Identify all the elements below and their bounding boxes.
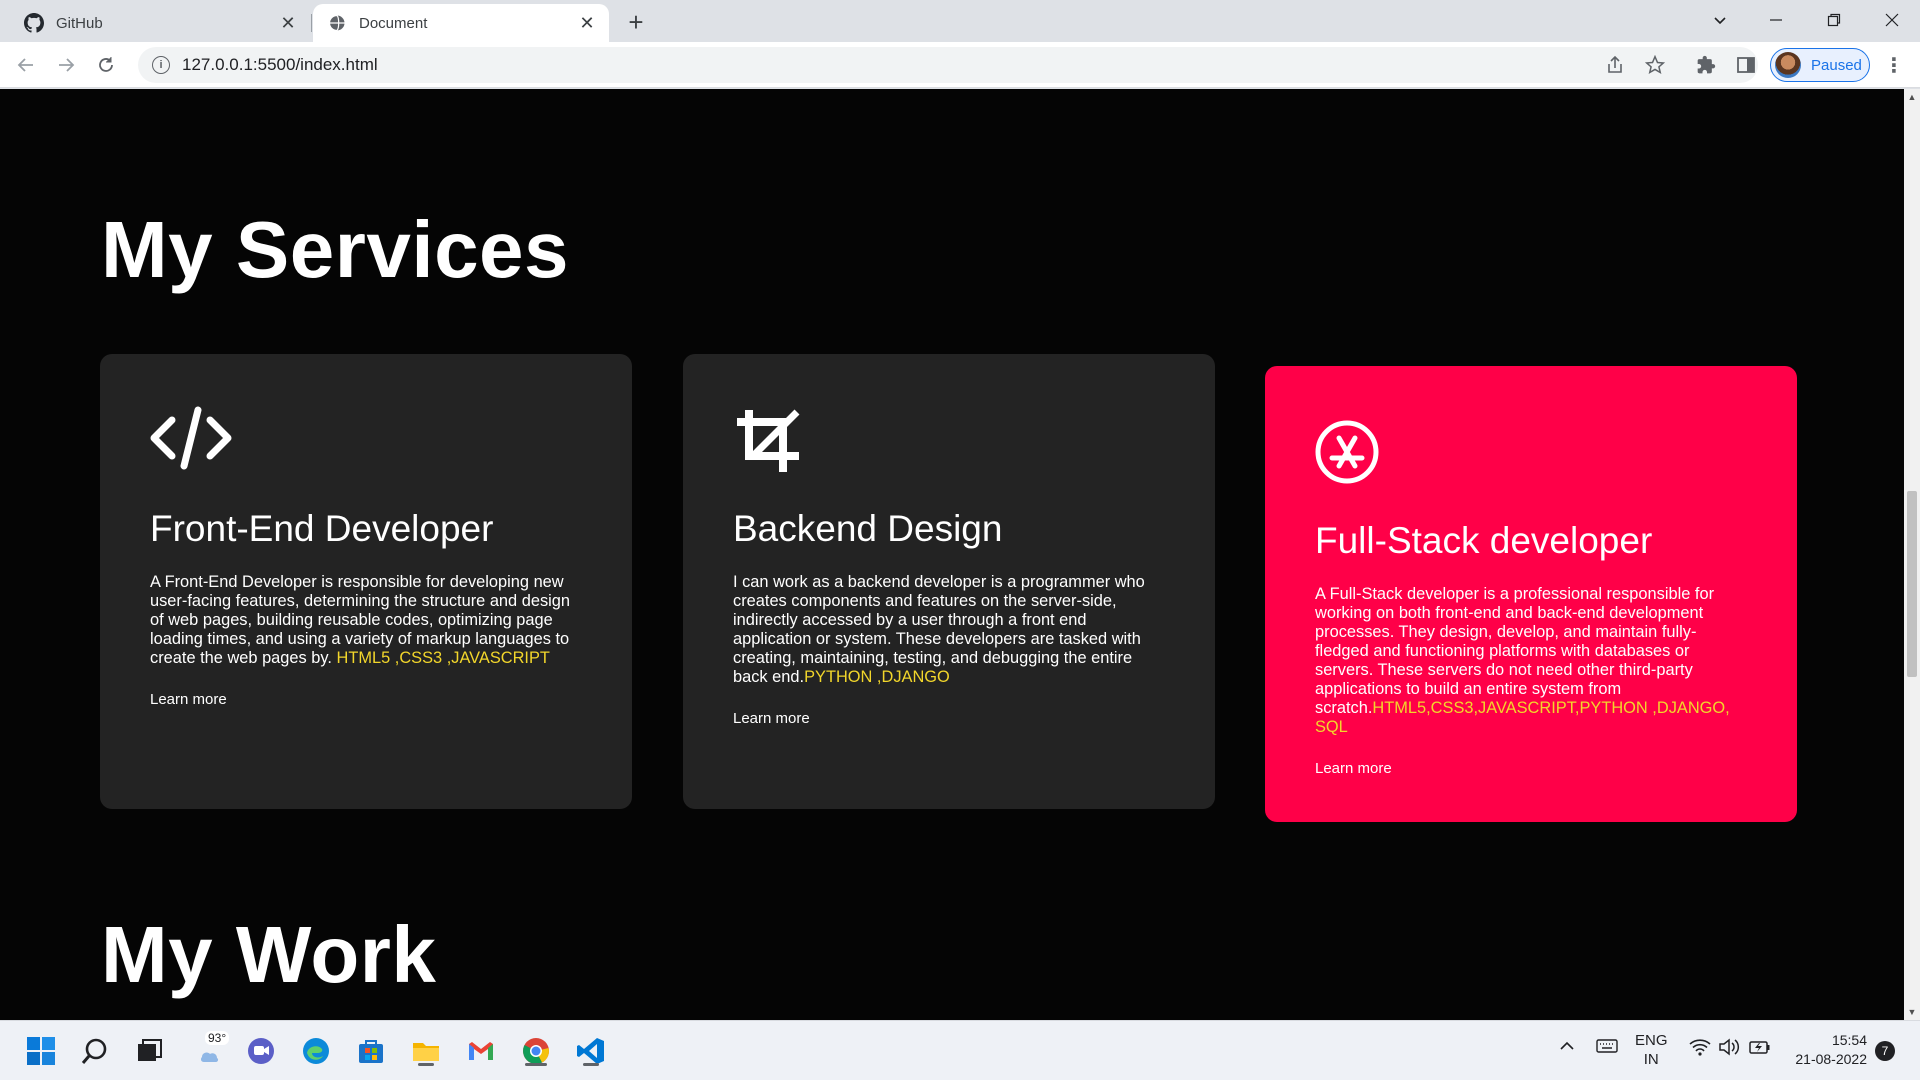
profile-button[interactable]: Paused — [1770, 48, 1870, 82]
scroll-thumb[interactable] — [1907, 491, 1917, 677]
scroll-down-arrow-icon[interactable]: ▼ — [1904, 1004, 1920, 1020]
file-explorer-icon[interactable] — [407, 1032, 445, 1070]
card-description-text: A Full-Stack developer is a professional… — [1315, 585, 1715, 717]
tray-overflow-chevron-icon[interactable] — [1558, 1037, 1576, 1059]
keyboard-icon[interactable] — [1596, 1038, 1618, 1058]
card-description: I can work as a backend developer is a p… — [733, 573, 1165, 687]
learn-more-link[interactable]: Learn more — [733, 710, 810, 727]
clock-time: 15:54 — [1831, 1032, 1867, 1048]
language-code: ENG — [1635, 1032, 1668, 1049]
close-tab-icon[interactable]: ✕ — [577, 13, 597, 33]
services-heading: My Services — [101, 205, 570, 294]
work-heading: My Work — [101, 910, 437, 999]
app-active-indicator — [525, 1063, 547, 1066]
browser-tab-strip: GitHub ✕ Document ✕ + — [0, 0, 1920, 42]
edge-icon[interactable] — [297, 1032, 335, 1070]
card-title: Front-End Developer — [150, 508, 494, 549]
chrome-icon[interactable] — [517, 1032, 555, 1070]
github-icon — [24, 13, 44, 33]
weather-temp-badge: 93° — [205, 1031, 230, 1045]
bookmark-star-icon[interactable] — [1641, 51, 1669, 79]
tab-search-icon[interactable] — [1692, 0, 1748, 40]
app-running-indicator — [583, 1063, 599, 1066]
reload-button[interactable] — [92, 51, 120, 79]
language-indicator[interactable]: ENG IN — [1635, 1031, 1668, 1069]
teams-chat-icon[interactable] — [242, 1032, 280, 1070]
scroll-up-arrow-icon[interactable]: ▲ — [1904, 89, 1920, 105]
page-viewport: My Services Front-End Developer A Front-… — [0, 89, 1904, 1020]
browser-menu-icon[interactable]: ⋮ — [1880, 51, 1908, 79]
address-url: 127.0.0.1:5500/index.html — [182, 55, 378, 74]
clock[interactable]: 15:54 21-08-2022 — [1787, 1031, 1867, 1069]
taskbar — [0, 1020, 1920, 1080]
close-tab-icon[interactable]: ✕ — [278, 13, 298, 33]
back-button[interactable] — [12, 51, 40, 79]
app-store-icon — [1315, 418, 1395, 488]
new-tab-button[interactable]: + — [622, 7, 650, 37]
clock-date: 21-08-2022 — [1795, 1051, 1867, 1067]
extensions-puzzle-icon[interactable] — [1692, 51, 1720, 79]
close-window-button[interactable] — [1864, 0, 1920, 40]
crop-icon — [733, 406, 813, 476]
store-icon[interactable] — [352, 1032, 390, 1070]
notification-count-badge[interactable]: 7 — [1875, 1041, 1895, 1061]
service-card-backend: Backend Design I can work as a backend d… — [683, 354, 1215, 809]
page-scrollbar[interactable]: ▲ ▼ — [1904, 89, 1920, 1020]
card-description: A Full-Stack developer is a professional… — [1315, 585, 1747, 737]
card-title: Full-Stack developer — [1315, 520, 1653, 561]
card-tech-list: PYTHON ,DJANGO — [804, 668, 950, 686]
tab-title: GitHub — [56, 14, 103, 32]
start-icon[interactable] — [22, 1032, 60, 1070]
forward-button[interactable] — [52, 51, 80, 79]
volume-icon[interactable] — [1718, 1038, 1740, 1060]
card-tech-list: HTML5,CSS3,JAVASCRIPT,PYTHON ,DJANGO, SQ… — [1315, 699, 1730, 736]
restore-button[interactable] — [1806, 0, 1862, 40]
globe-icon — [327, 13, 347, 33]
search-icon[interactable] — [76, 1032, 114, 1070]
tab-document[interactable]: Document ✕ — [313, 4, 609, 42]
share-icon[interactable] — [1601, 51, 1629, 79]
card-title: Backend Design — [733, 508, 1003, 549]
task-view-icon[interactable] — [130, 1032, 168, 1070]
service-card-frontend: Front-End Developer A Front-End Develope… — [100, 354, 632, 809]
tab-title: Document — [359, 14, 428, 32]
service-card-fullstack: Full-Stack developer A Full-Stack develo… — [1265, 366, 1797, 822]
card-tech-list: HTML5 ,CSS3 ,JAVASCRIPT — [331, 649, 550, 667]
browser-toolbar: i 127.0.0.1:5500/index.html Paused ⋮ — [0, 42, 1920, 88]
tab-separator — [311, 14, 312, 32]
tab-github[interactable]: GitHub ✕ — [10, 4, 310, 42]
language-region: IN — [1643, 1051, 1659, 1068]
learn-more-link[interactable]: Learn more — [150, 691, 227, 708]
vscode-icon[interactable] — [572, 1032, 610, 1070]
minimize-button[interactable] — [1748, 0, 1804, 40]
battery-charging-icon[interactable] — [1749, 1038, 1771, 1060]
avatar — [1775, 52, 1801, 78]
side-panel-icon[interactable] — [1732, 51, 1760, 79]
wifi-icon[interactable] — [1689, 1038, 1711, 1060]
code-icon — [150, 406, 232, 476]
gmail-icon[interactable] — [462, 1032, 500, 1070]
site-info-icon[interactable]: i — [152, 56, 170, 74]
profile-status: Paused — [1811, 56, 1862, 74]
card-description: A Front-End Developer is responsible for… — [150, 573, 582, 668]
address-bar[interactable]: i 127.0.0.1:5500/index.html — [138, 47, 1758, 83]
learn-more-link[interactable]: Learn more — [1315, 760, 1392, 777]
app-running-indicator — [418, 1063, 434, 1066]
